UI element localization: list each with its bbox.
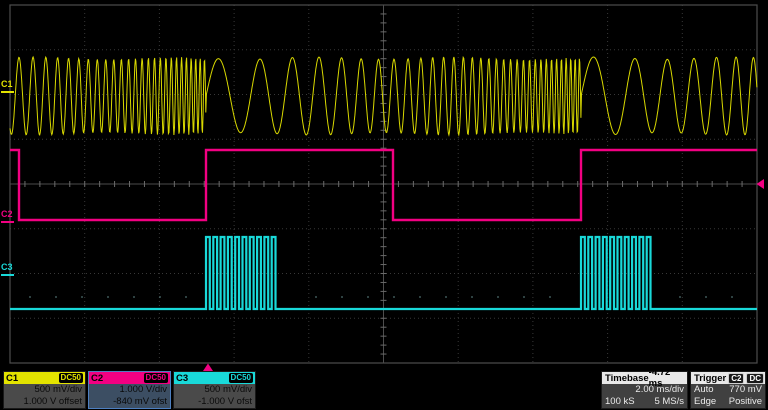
coupling-badge-c1: DC50 [59, 373, 83, 383]
c3-noise-dot [679, 296, 681, 298]
channel-c3-header[interactable]: C3 DC50 [174, 372, 255, 384]
trigger-position-marker[interactable] [203, 364, 213, 372]
c3-noise-dot [133, 296, 135, 298]
c3-noise-dot [81, 296, 83, 298]
channel-c3-offset: -1.000 V ofst [174, 396, 255, 408]
c3-noise-dot [107, 296, 109, 298]
channel-c1-header[interactable]: C1 DC50 [4, 372, 85, 384]
channel-descriptor-c3[interactable]: C3 DC50 500 mV/div -1.000 V ofst [173, 371, 256, 409]
c3-noise-dot [29, 296, 31, 298]
channel-zero-marker-c3[interactable]: C3 [1, 262, 14, 276]
c3-noise-dot [549, 296, 551, 298]
timebase-header: Timebase -4.72 ms [602, 372, 687, 384]
channel-c2-label: C2 [91, 373, 103, 384]
c3-noise-dot [523, 296, 525, 298]
scope-display: C1 C2 C3 [0, 0, 768, 372]
c3-noise-dot [419, 296, 421, 298]
c3-noise-dot [497, 296, 499, 298]
trigger-source-badge: C2 [728, 373, 744, 384]
trigger-type: Edge [694, 396, 716, 409]
c3-noise-dot [367, 296, 369, 298]
c3-noise-dot [445, 296, 447, 298]
channel-c2-offset: -840 mV ofst [89, 396, 170, 408]
trigger-slope: Positive [729, 396, 762, 409]
trigger-level: 770 mV [729, 384, 762, 397]
timebase-label: Timebase [605, 373, 649, 384]
c3-noise-dot [393, 296, 395, 298]
timebase-descriptor[interactable]: Timebase -4.72 ms 2.00 ms/div 100 kS 5 M… [601, 371, 688, 409]
trigger-mode: Auto [694, 384, 714, 397]
timebase-rate: 5 MS/s [654, 396, 684, 409]
descriptor-bar: C1 DC50 500 mV/div 1.000 V offset C2 DC5… [0, 371, 768, 410]
coupling-badge-c3: DC50 [229, 373, 253, 383]
c3-noise-dot [55, 296, 57, 298]
trigger-coupling-badge: DC [746, 373, 764, 384]
c3-noise-dot [185, 296, 187, 298]
channel-c3-scale: 500 mV/div [174, 384, 255, 396]
coupling-badge-c2: DC50 [144, 373, 168, 383]
c3-noise-dot [341, 296, 343, 298]
trigger-level-marker[interactable] [757, 179, 765, 189]
trigger-header: Trigger C2 DC [691, 372, 765, 384]
waveform-graticule [0, 0, 768, 372]
timebase-samples: 100 kS [605, 396, 635, 409]
channel-zero-marker-c1[interactable]: C1 [1, 79, 14, 93]
trigger-label: Trigger [694, 373, 726, 384]
c3-noise-dot [731, 296, 733, 298]
c3-noise-dot [315, 296, 317, 298]
channel-c2-header[interactable]: C2 DC50 [89, 372, 170, 384]
channel-c1-scale: 500 mV/div [4, 384, 85, 396]
trigger-descriptor[interactable]: Trigger C2 DC Auto 770 mV Edge Positive [690, 371, 766, 409]
timebase-scale: 2.00 ms/div [635, 384, 684, 397]
channel-descriptor-c1[interactable]: C1 DC50 500 mV/div 1.000 V offset [3, 371, 86, 409]
c3-noise-dot [705, 296, 707, 298]
channel-descriptor-c2[interactable]: C2 DC50 1.000 V/div -840 mV ofst [88, 371, 171, 409]
channel-c1-offset: 1.000 V offset [4, 396, 85, 408]
c3-noise-dot [471, 296, 473, 298]
c3-noise-dot [159, 296, 161, 298]
channel-c2-scale: 1.000 V/div [89, 384, 170, 396]
channel-c3-label: C3 [176, 373, 188, 384]
channel-c1-label: C1 [6, 373, 18, 384]
channel-zero-marker-c2[interactable]: C2 [1, 209, 14, 223]
